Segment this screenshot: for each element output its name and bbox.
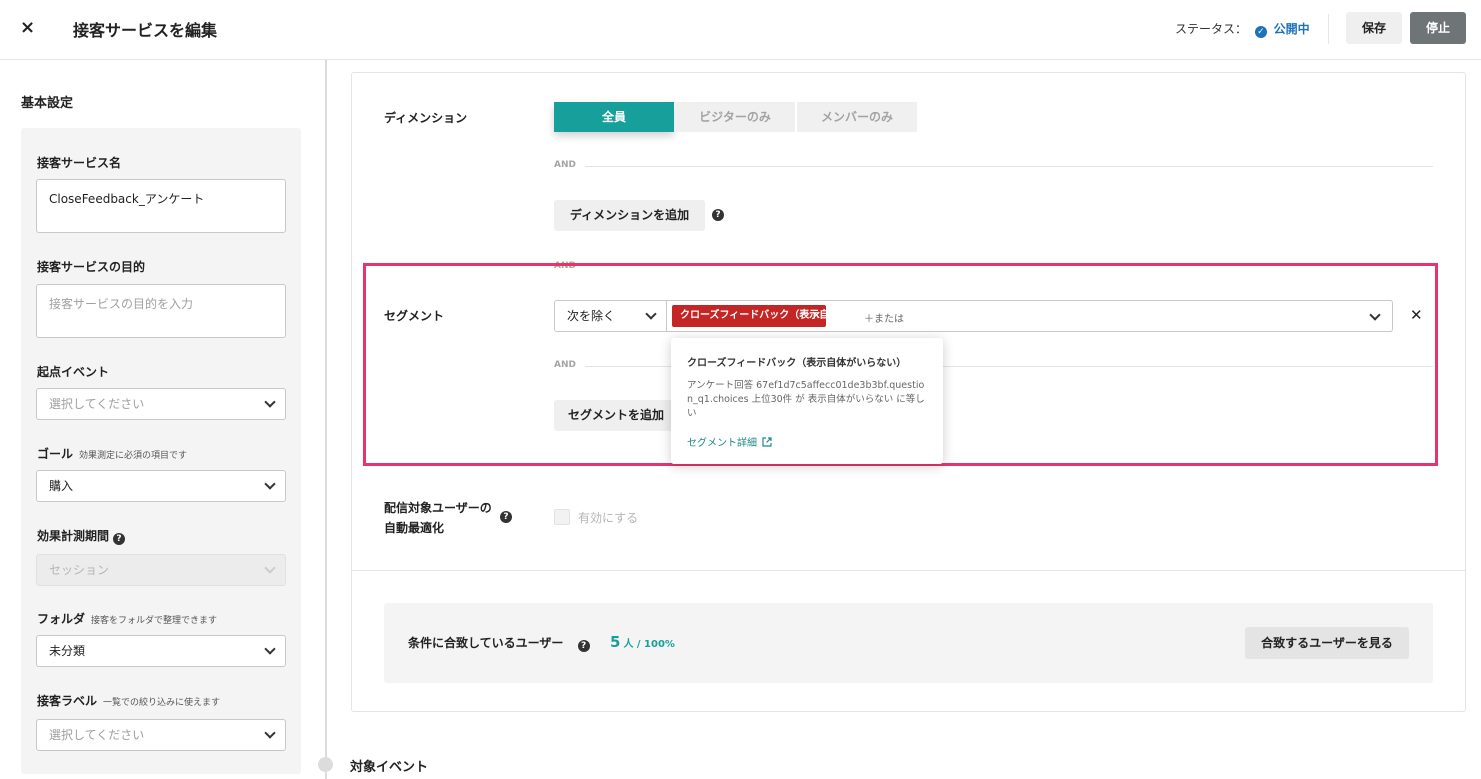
goal-label-text: ゴール <box>37 447 74 461</box>
stop-button[interactable]: 停止 <box>1410 12 1466 44</box>
tab-all[interactable]: 全員 <box>554 102 674 132</box>
help-icon[interactable]: ? <box>500 511 512 523</box>
external-link-icon <box>762 437 772 447</box>
label-label-text: 接客ラベル <box>37 694 98 708</box>
segment-detail-link[interactable]: セグメント詳細 <box>687 434 772 449</box>
view-matching-users-button[interactable]: 合致するユーザーを見る <box>1245 627 1409 659</box>
match-count-unit: 人 / 100% <box>623 639 675 650</box>
save-button[interactable]: 保存 <box>1346 12 1402 44</box>
folder-label-text: フォルダ <box>37 612 86 626</box>
match-count-value: 5 <box>610 633 621 651</box>
matching-users-count: 5人 / 100% <box>610 632 675 651</box>
and-line <box>585 166 1433 167</box>
tab-member-only[interactable]: メンバーのみ <box>797 102 917 132</box>
segment-detail-link-text: セグメント詳細 <box>687 438 757 449</box>
name-label: 接客サービス名 <box>37 156 122 170</box>
start-event-label: 起点イベント <box>37 365 110 379</box>
start-event-placeholder: 選択してください <box>49 397 145 411</box>
next-section-title: 対象イベント <box>350 760 429 775</box>
status-value: 公開中 <box>1273 22 1310 36</box>
label-label: 接客ラベル 一覧での絞り込みに使えます <box>37 692 220 709</box>
header-divider <box>1328 14 1329 44</box>
period-value: セッション <box>49 563 110 577</box>
settings-sidebar: 基本設定 接客サービス名 CloseFeedback_アンケート 接客サービスの… <box>0 60 326 779</box>
auto-opt-checkbox <box>554 509 570 525</box>
chevron-down-icon <box>265 645 275 655</box>
label-placeholder: 選択してください <box>49 728 145 742</box>
auto-opt-label: 配信対象ユーザーの <box>384 501 492 515</box>
popover-description: アンケート回答 67ef1d7c5affecc01de3b3bf.questio… <box>687 380 925 419</box>
help-icon[interactable]: ? <box>712 209 724 221</box>
help-icon[interactable]: ? <box>577 640 590 652</box>
page-title: 接客サービスを編集 <box>73 21 218 40</box>
timeline-line <box>325 60 327 779</box>
period-select: セッション <box>36 554 286 586</box>
chevron-down-icon <box>265 480 275 490</box>
folder-label: フォルダ 接客をフォルダで整理できます <box>37 610 217 627</box>
tab-visitor-only[interactable]: ビジターのみ <box>675 102 795 132</box>
label-select[interactable]: 選択してください <box>36 719 286 751</box>
status-indicator: ステータス： ✓ 公開中 <box>1175 20 1310 38</box>
folder-select[interactable]: 未分類 <box>36 635 286 667</box>
segment-popover: クローズフィードバック（表示自体がいらない） アンケート回答 67ef1d7c5… <box>671 338 943 464</box>
folder-hint: 接客をフォルダで整理できます <box>91 616 218 626</box>
section-title: 基本設定 <box>21 96 74 111</box>
and-separator: AND <box>554 160 576 170</box>
matching-users-label: 条件に合致しているユーザー ? <box>408 634 590 652</box>
auto-opt-checkbox-label: 有効にする <box>578 511 639 525</box>
auto-opt-label-2: 自動最適化 <box>384 521 445 535</box>
close-icon[interactable]: × <box>20 17 35 38</box>
settings-panel: 接客サービス名 CloseFeedback_アンケート 接客サービスの目的 接客… <box>21 128 301 774</box>
chevron-down-icon <box>265 729 275 739</box>
label-hint: 一覧での絞り込みに使えます <box>103 698 221 708</box>
goal-select[interactable]: 購入 <box>36 470 286 502</box>
status-label: ステータス： <box>1175 22 1248 36</box>
period-label-text: 効果計測期間 <box>37 529 110 543</box>
popover-title: クローズフィードバック（表示自体がいらない） <box>687 358 907 369</box>
start-event-select[interactable]: 選択してください <box>36 388 286 420</box>
matching-users-text: 条件に合致しているユーザー <box>408 636 564 650</box>
chevron-down-icon <box>265 398 275 408</box>
help-icon[interactable]: ? <box>113 533 126 545</box>
goal-hint: 効果測定に必須の項目です <box>79 451 188 461</box>
add-dimension-button[interactable]: ディメンションを追加 <box>554 200 705 231</box>
matching-users-panel: 条件に合致しているユーザー ? 5人 / 100% 合致するユーザーを見る <box>384 603 1433 683</box>
section-divider <box>352 570 1465 571</box>
purpose-label: 接客サービスの目的 <box>37 260 146 274</box>
timeline-dot <box>318 757 333 772</box>
goal-value: 購入 <box>49 479 74 493</box>
top-bar: × 接客サービスを編集 ステータス： ✓ 公開中 保存 停止 <box>0 0 1481 60</box>
chevron-down-icon <box>265 564 275 574</box>
check-circle-icon: ✓ <box>1254 26 1267 38</box>
dimension-label: ディメンション <box>384 111 468 125</box>
goal-label: ゴール 効果測定に必須の項目です <box>37 445 187 462</box>
period-label: 効果計測期間? <box>37 527 126 545</box>
name-input[interactable]: CloseFeedback_アンケート <box>36 179 286 233</box>
folder-value: 未分類 <box>49 644 86 658</box>
purpose-input[interactable]: 接客サービスの目的を入力 <box>36 284 286 338</box>
